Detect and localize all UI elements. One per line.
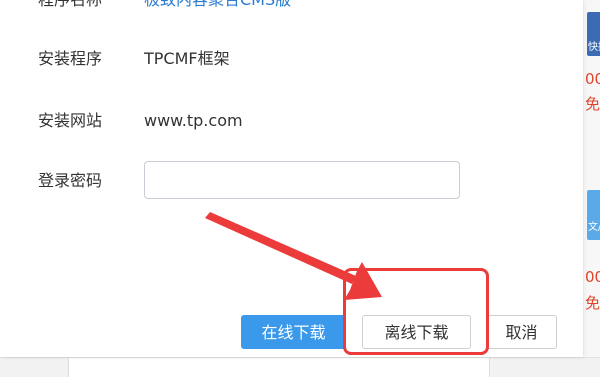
password-input[interactable] — [144, 161, 460, 199]
thumbnail-label: 快接口 — [588, 42, 600, 53]
price-text: 000 — [585, 268, 600, 286]
free-text: 免费 — [585, 95, 600, 113]
online-download-button[interactable]: 在线下载 — [241, 315, 346, 349]
install-dialog: 程序名称 极致内容聚合CMS版 安装程序 TPCMF框架 安装网站 www.tp… — [0, 0, 583, 357]
install-program-value: TPCMF框架 — [144, 49, 230, 68]
background-page-strip: 快接口 000 免费 文/收 000 免费 — [585, 0, 600, 376]
background-page-bottom — [0, 357, 600, 377]
thumbnail-label: 文/收 — [588, 222, 600, 233]
background-panel — [68, 358, 490, 377]
background-thumbnail[interactable]: 文/收 — [587, 190, 600, 240]
install-site-label: 安装网站 — [38, 111, 103, 130]
background-thumbnail[interactable]: 快接口 — [587, 12, 600, 56]
password-label: 登录密码 — [38, 171, 103, 190]
program-name-value: 极致内容聚合CMS版 — [144, 0, 291, 12]
cancel-button[interactable]: 取消 — [486, 315, 557, 349]
install-site-value: www.tp.com — [144, 111, 243, 130]
program-name-label: 程序名称 — [38, 0, 138, 12]
free-text: 免费 — [585, 294, 600, 312]
price-text: 000 — [585, 70, 600, 88]
install-program-label: 安装程序 — [38, 49, 103, 68]
highlight-box — [343, 268, 489, 355]
